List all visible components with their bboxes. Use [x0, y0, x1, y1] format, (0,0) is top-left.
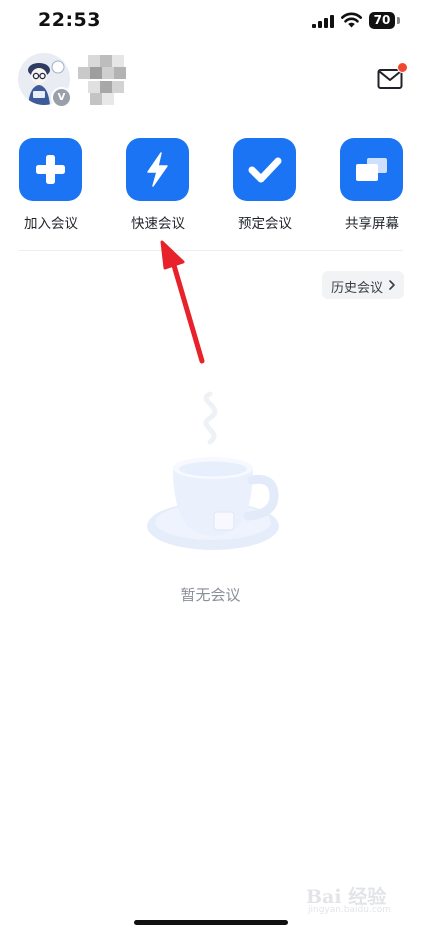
schedule-meeting-label: 预定会议: [238, 216, 292, 232]
quick-meeting-tile: [126, 138, 189, 201]
wifi-icon: [341, 12, 362, 28]
quick-meeting-label: 快速会议: [131, 216, 185, 232]
share-screen-icon: [356, 158, 387, 181]
check-icon: [248, 157, 282, 183]
schedule-meeting-tile: [233, 138, 296, 201]
join-meeting-button[interactable]: 加入会议: [6, 138, 96, 236]
v-badge-icon: V: [51, 87, 72, 108]
history-meetings-button[interactable]: 历史会议: [322, 271, 404, 299]
home-indicator[interactable]: [134, 920, 288, 925]
coffee-cup-illustration: [147, 391, 279, 550]
watermark: Bai 经验 jingyan.baidu.com: [300, 878, 410, 918]
cellular-signal-icon: [312, 15, 334, 28]
share-screen-label: 共享屏幕: [345, 216, 399, 232]
share-screen-button[interactable]: 共享屏幕: [327, 138, 417, 236]
join-meeting-tile: [19, 138, 82, 201]
history-meetings-label: 历史会议: [331, 281, 384, 296]
plus-icon: [36, 155, 65, 184]
share-screen-tile: [340, 138, 403, 201]
watermark-sub: jingyan.baidu.com: [308, 905, 392, 915]
lightning-icon: [147, 152, 168, 187]
chevron-right-icon: [389, 280, 395, 290]
battery-tip: [397, 17, 400, 24]
schedule-meeting-button[interactable]: 预定会议: [220, 138, 310, 236]
battery-indicator: 70: [369, 12, 401, 29]
blurred-username: [78, 55, 126, 105]
quick-meeting-button[interactable]: 快速会议: [113, 138, 203, 236]
empty-state-text: 暂无会议: [180, 586, 241, 604]
red-arrow-annotation: [160, 240, 205, 364]
battery-level: 70: [369, 12, 395, 29]
status-time: 22:53: [38, 9, 101, 31]
join-meeting-label: 加入会议: [24, 216, 78, 232]
status-bar: 22:53 70: [0, 0, 421, 44]
notification-dot: [397, 62, 408, 73]
